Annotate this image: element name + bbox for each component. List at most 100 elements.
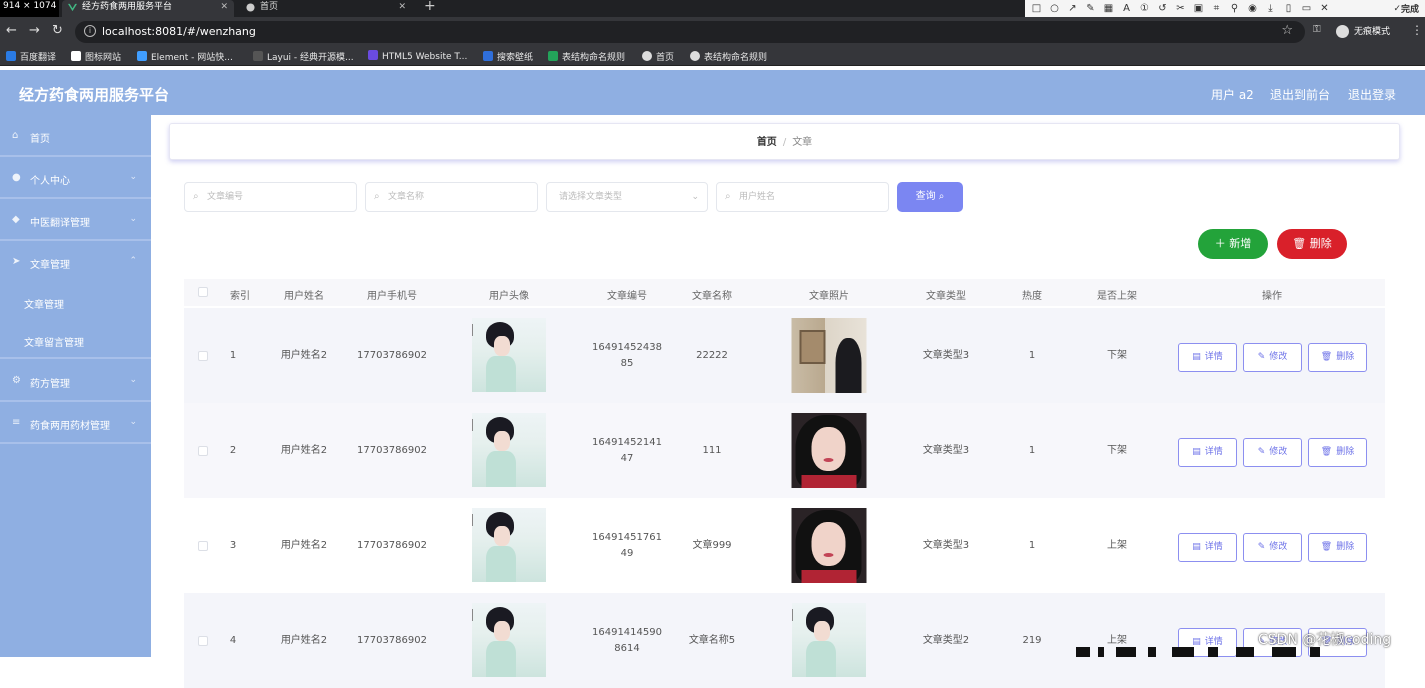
user-name-link[interactable]: 用户 a2 bbox=[1211, 86, 1254, 103]
number-icon[interactable]: ① bbox=[1139, 3, 1150, 14]
translate-icon[interactable]: ▣ bbox=[1193, 3, 1204, 14]
document-icon: ▤ bbox=[1192, 542, 1201, 552]
cancel-icon[interactable]: ✕ bbox=[1319, 3, 1330, 14]
back-to-front-link[interactable]: 退出到前台 bbox=[1270, 86, 1330, 103]
article-type-select[interactable]: 请选择文章类型 ⌄ bbox=[546, 182, 708, 212]
edit-button[interactable]: ✎ 修改 bbox=[1243, 438, 1302, 467]
pin-tool-icon[interactable]: ⚲ bbox=[1229, 3, 1240, 14]
element-icon bbox=[137, 51, 147, 61]
layui-icon bbox=[253, 51, 263, 61]
done-button[interactable]: ✓ 完成 bbox=[1393, 3, 1425, 16]
user-name-input[interactable]: ⌕ 用户姓名 bbox=[716, 182, 889, 212]
cell-user-name: 用户姓名2 bbox=[280, 539, 328, 551]
star-icon[interactable]: ☆ bbox=[1281, 23, 1293, 38]
close-icon[interactable]: ✕ bbox=[220, 0, 228, 14]
detail-button[interactable]: ▤ 详情 bbox=[1178, 438, 1237, 467]
bookmark-item[interactable]: 表结构命名规则 bbox=[690, 50, 767, 63]
row-checkbox[interactable] bbox=[198, 446, 208, 456]
crop-icon[interactable]: ⌗ bbox=[1211, 3, 1222, 14]
trash-icon: 🗑 bbox=[1320, 352, 1333, 362]
cell-heat: 219 bbox=[1022, 634, 1042, 646]
bookmark-item[interactable]: 图标网站 bbox=[71, 50, 121, 63]
bookmark-item[interactable]: 百度翻译 bbox=[6, 50, 56, 63]
sidebar-item-tcm-translation[interactable]: ◆ 中医翻译管理 ⌄ bbox=[0, 199, 151, 241]
cell-article-type: 文章类型3 bbox=[922, 539, 970, 551]
sidebar-item-article[interactable]: ➤ 文章管理 ⌃ bbox=[0, 241, 151, 283]
browser-tab[interactable]: 首页 ✕ bbox=[240, 0, 412, 17]
address-bar[interactable]: i localhost:8081/#/wenzhang ☆ bbox=[75, 21, 1305, 43]
column-header: 文章类型 bbox=[926, 291, 966, 302]
more-menu-icon[interactable]: ⋮ bbox=[1411, 23, 1423, 37]
bookmark-item[interactable]: 搜索壁纸 bbox=[483, 50, 533, 63]
cell-phone: 17703786902 bbox=[357, 444, 427, 456]
sidebar-item-herb[interactable]: ≡ 药食两用药材管理 ⌄ bbox=[0, 402, 151, 444]
undo-icon[interactable]: ↺ bbox=[1157, 3, 1168, 14]
sidebar-subitem-article-comment[interactable]: 文章留言管理 bbox=[0, 321, 151, 359]
delete-button[interactable]: 🗑 删除 bbox=[1277, 229, 1347, 259]
incognito-indicator[interactable]: 无痕模式 bbox=[1336, 24, 1390, 38]
edit-button[interactable]: ✎ 修改 bbox=[1243, 533, 1302, 562]
sidebar-subitem-article-manage[interactable]: 文章管理 bbox=[0, 283, 151, 321]
wallpaper-icon bbox=[483, 51, 493, 61]
download-icon[interactable]: ⤓ bbox=[1265, 3, 1276, 14]
key-icon[interactable]: ⚿ bbox=[1313, 24, 1321, 35]
reload-icon[interactable]: ↻ bbox=[52, 23, 63, 38]
sidebar-item-prescription[interactable]: ⚙ 药方管理 ⌄ bbox=[0, 360, 151, 402]
phone-icon[interactable]: ▯ bbox=[1283, 3, 1294, 14]
bookmark-icon[interactable]: ▭ bbox=[1301, 3, 1312, 14]
cell-status: 上架 bbox=[1107, 539, 1127, 551]
cell-article-title: 22222 bbox=[696, 349, 728, 361]
row-checkbox[interactable] bbox=[198, 351, 208, 361]
article-number-input[interactable]: ⌕ 文章编号 bbox=[184, 182, 357, 212]
info-icon[interactable]: i bbox=[84, 25, 96, 37]
bookmarks-bar: 百度翻译 图标网站 Element - 网站快... Layui - 经典开源模… bbox=[0, 47, 1425, 66]
edit-icon: ✎ bbox=[1257, 542, 1266, 552]
mosaic-icon[interactable]: ▦ bbox=[1103, 3, 1114, 14]
add-button[interactable]: ＋ 新增 bbox=[1198, 229, 1268, 259]
row-delete-button[interactable]: 🗑 删除 bbox=[1308, 438, 1367, 467]
placeholder: 用户姓名 bbox=[739, 192, 776, 202]
tab-title: 首页 bbox=[260, 2, 279, 12]
pin-icon[interactable]: ✂ bbox=[1175, 3, 1186, 14]
detail-button[interactable]: ▤ 详情 bbox=[1178, 533, 1237, 562]
row-delete-button[interactable]: 🗑 删除 bbox=[1308, 343, 1367, 372]
cell-index: 3 bbox=[229, 539, 237, 551]
column-header: 用户头像 bbox=[489, 291, 529, 302]
bookmark-item[interactable]: Element - 网站快... bbox=[137, 50, 233, 63]
circle-icon[interactable]: ○ bbox=[1049, 3, 1060, 14]
record-icon[interactable]: ◉ bbox=[1247, 3, 1258, 14]
back-icon[interactable]: ← bbox=[6, 23, 17, 38]
arrow-icon[interactable]: ↗ bbox=[1067, 3, 1078, 14]
home-icon: ⌂ bbox=[12, 130, 19, 141]
rectangle-icon[interactable]: □ bbox=[1031, 3, 1042, 14]
watermark: CSDN @花椒coding bbox=[1258, 632, 1392, 648]
browser-tab-active[interactable]: 经方药食两用服务平台 ✕ bbox=[62, 0, 234, 17]
bookmark-item[interactable]: Layui - 经典开源模... bbox=[253, 50, 354, 63]
detail-button[interactable]: ▤ 详情 bbox=[1178, 343, 1237, 372]
search-icon: ⌕ bbox=[374, 191, 380, 202]
row-delete-button[interactable]: 🗑 删除 bbox=[1308, 533, 1367, 562]
article-photo bbox=[791, 413, 867, 488]
sidebar-item-home[interactable]: ⌂ 首页 bbox=[0, 115, 151, 157]
column-header: 热度 bbox=[1022, 291, 1042, 302]
select-all-checkbox[interactable] bbox=[198, 287, 208, 297]
text-icon[interactable]: A bbox=[1121, 3, 1132, 14]
cell-article-number: 16491414590 8614 bbox=[592, 626, 662, 654]
delete-label: 删除 bbox=[1336, 542, 1355, 552]
new-tab-button[interactable]: + bbox=[424, 0, 436, 14]
query-button[interactable]: 查询 ⌕ bbox=[897, 182, 963, 212]
breadcrumb-home[interactable]: 首页 bbox=[757, 137, 777, 148]
forward-icon[interactable]: → bbox=[29, 23, 40, 38]
edit-button[interactable]: ✎ 修改 bbox=[1243, 343, 1302, 372]
logout-link[interactable]: 退出登录 bbox=[1348, 86, 1396, 103]
close-icon[interactable]: ✕ bbox=[398, 0, 406, 14]
row-checkbox[interactable] bbox=[198, 541, 208, 551]
cell-phone: 17703786902 bbox=[357, 349, 427, 361]
bookmark-item[interactable]: 表结构命名规则 bbox=[548, 50, 625, 63]
bookmark-item[interactable]: 首页 bbox=[642, 50, 674, 63]
article-name-input[interactable]: ⌕ 文章名称 bbox=[365, 182, 538, 212]
row-checkbox[interactable] bbox=[198, 636, 208, 646]
bookmark-item[interactable]: HTML5 Website T... bbox=[368, 50, 467, 62]
pen-icon[interactable]: ✎ bbox=[1085, 3, 1096, 14]
sidebar-item-personal-center[interactable]: ● 个人中心 ⌄ bbox=[0, 157, 151, 199]
